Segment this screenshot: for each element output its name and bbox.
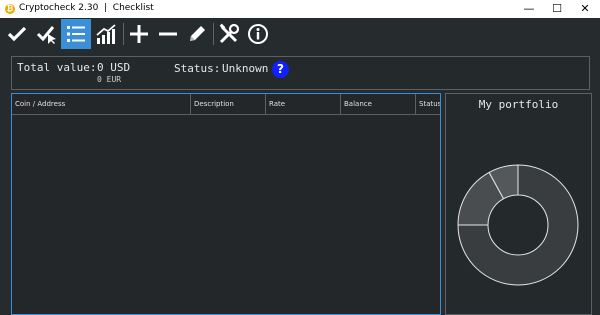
column-header-coin-address[interactable]: Coin / Address	[12, 94, 191, 114]
check-all-button[interactable]	[2, 19, 32, 49]
remove-button[interactable]	[153, 19, 183, 49]
total-eur-value: 0 EUR	[97, 75, 122, 84]
table-header: Coin / Address Description Rate Balance …	[12, 94, 440, 115]
maximize-button[interactable]: ☐	[543, 0, 571, 18]
plus-icon	[130, 25, 148, 43]
check-cursor-icon	[36, 26, 56, 44]
column-header-description[interactable]: Description	[191, 94, 266, 114]
column-header-balance[interactable]: Balance	[341, 94, 416, 114]
pencil-icon	[190, 26, 205, 41]
check-selected-button[interactable]	[32, 19, 62, 49]
status-value: Unknown	[222, 62, 269, 75]
minimize-button[interactable]: —	[515, 0, 543, 18]
about-button[interactable]	[243, 19, 273, 49]
list-icon	[67, 26, 85, 42]
minus-icon	[159, 32, 177, 36]
close-button[interactable]: ✕	[571, 0, 599, 18]
column-header-status[interactable]: Status	[416, 94, 440, 114]
portfolio-donut-chart	[457, 164, 579, 286]
title-bar: ₿ Cryptocheck 2.30 | Checklist — ☐ ✕	[0, 0, 600, 18]
tools-icon	[219, 23, 240, 44]
checkmark-icon	[7, 26, 27, 42]
add-button[interactable]	[124, 19, 154, 49]
status-label: Status:	[174, 62, 221, 75]
portfolio-panel: My portfolio	[445, 93, 592, 315]
bar-chart-trend-icon	[96, 24, 116, 44]
window-title: Cryptocheck 2.30 | Checklist	[19, 3, 154, 13]
bitcoin-app-icon: ₿	[5, 4, 15, 14]
coin-table[interactable]: Coin / Address Description Rate Balance …	[11, 93, 441, 315]
total-value-label: Total value:	[17, 61, 97, 74]
help-question-icon[interactable]: ?	[272, 61, 289, 78]
info-icon	[248, 24, 268, 44]
column-header-rate[interactable]: Rate	[266, 94, 341, 114]
total-usd-value: 0 USD	[97, 61, 131, 74]
settings-button[interactable]	[214, 19, 244, 49]
summary-panel: Total value: 0 USD 0 EUR Status: Unknown	[11, 56, 590, 90]
checklist-view-button[interactable]	[61, 19, 91, 49]
chart-view-button[interactable]	[91, 19, 121, 49]
toolbar	[0, 18, 600, 52]
edit-button[interactable]	[182, 19, 212, 49]
